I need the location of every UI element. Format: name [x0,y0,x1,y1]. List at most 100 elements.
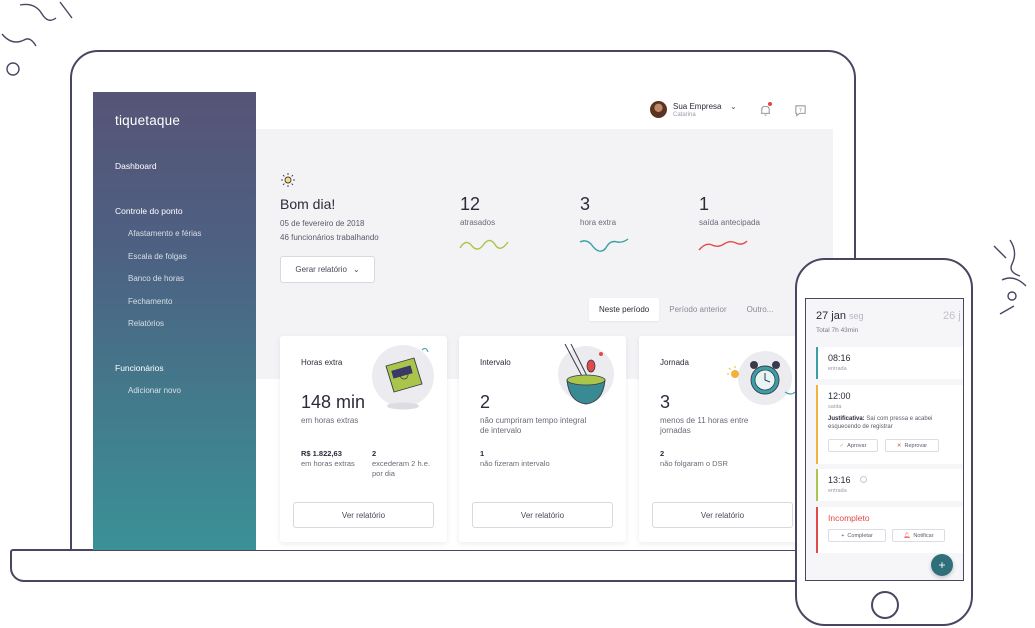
card-sub-stat-1: R$ 1.822,63 em horas extras [301,449,361,469]
sidebar-item-banco-de-horas[interactable]: Banco de horas [128,274,184,283]
phone-date-weekday: seg [849,311,864,321]
logo[interactable]: tiquetaque [115,113,180,128]
phone-frame: 27 jan seg 26 j Total 7h 43min 08:16 ent… [795,258,973,626]
topbar: Sua Empresa Catarina ⌄ ? [256,92,833,129]
app-screen: tiquetaque Dashboard Controle do ponto A… [93,92,833,550]
sidebar-item-dashboard[interactable]: Dashboard [115,161,157,171]
card-title: Intervalo [480,358,511,367]
stat-overtime-value: 3 [580,194,591,214]
stat-late-value: 12 [460,194,481,214]
entry-label: entrada [828,366,847,372]
tab-periodo-anterior[interactable]: Período anterior [659,298,736,321]
card-desc: não cumpriram tempo integral de interval… [480,416,587,435]
entry-label: saída [828,404,842,410]
card-sub-text: em horas extras [301,459,355,468]
approve-label: Aprovar [847,442,867,449]
punch-entry-incomplete[interactable]: Incompleto + Completar 🔔︎ Notificar [816,507,963,553]
entry-time: 12:00 [828,391,851,401]
entry-time: 08:16 [828,353,851,363]
laptop-base [10,549,822,582]
money-illustration [372,345,434,410]
view-report-button[interactable]: Ver relatório [293,502,434,528]
add-button[interactable]: + [931,554,953,576]
card-sub-value: 1 [480,449,485,458]
card-big-value: 2 [480,392,491,412]
entry-label: entrada [828,488,847,494]
reject-button[interactable]: ✕ Reprovar [885,439,939,452]
sidebar: tiquetaque Dashboard Controle do ponto A… [93,92,256,550]
svg-text:?: ? [799,108,802,114]
sidebar-item-afastamento[interactable]: Afastamento e férias [128,229,201,238]
complete-button[interactable]: + Completar [828,529,886,542]
entry-time: 13:16 [828,475,851,485]
approve-button[interactable]: ✓ Aprovar [828,439,878,452]
phone-home-button[interactable] [871,591,899,619]
sidebar-item-escala-de-folgas[interactable]: Escala de folgas [128,252,187,261]
notification-dot [768,102,772,106]
phone-total-hours: Total 7h 43min [816,327,859,334]
sun-icon [281,173,295,187]
stat-late-sparkline [459,239,509,250]
greeting: Bom dia! [280,196,336,212]
bell-icon: 🔔︎ [903,532,911,539]
phone-next-date[interactable]: 26 j [943,310,961,322]
phone-date-day: 27 jan [816,310,846,322]
card-sub-text: não folgaram o DSR [660,459,728,468]
food-bowl-illustration [558,343,614,405]
stat-early-leave-label: saída antecipada [699,218,760,227]
current-date: 05 de fevereiro de 2018 [280,219,365,228]
card-sub-stat-1: 2 não folgaram o DSR [660,449,780,469]
justification-label: Justificativa: [828,416,865,422]
complete-label: Completar [847,532,873,539]
card-intervalo: Intervalo 2 não cumpriram tempo integral… [459,336,626,542]
period-tabs: Neste período Período anterior Outro... [589,298,783,321]
punch-entry[interactable]: 13:16 entrada [816,469,963,501]
alarm-clock-illustration [727,351,796,405]
sidebar-item-fechamento[interactable]: Fechamento [128,297,172,306]
card-jornada: Jornada 3 menos de 11 horas entre jornad… [639,336,806,542]
reject-label: Reprovar [904,442,928,449]
justification: Justificativa: Saí com pressa e acabei e… [828,415,960,431]
stat-early-leave-value: 1 [699,194,710,214]
card-sub-text: não fizeram intervalo [480,459,550,468]
sidebar-section-funcionarios[interactable]: Funcionários [115,363,164,373]
chevron-down-icon: ⌄ [352,265,360,274]
check-icon: ✓ [839,442,845,449]
punch-entry[interactable]: 08:16 entrada [816,347,963,379]
notify-button[interactable]: 🔔︎ Notificar [892,529,945,542]
card-sub-stat-2: 2 excederam 2 h.e. por dia [372,449,432,479]
sidebar-item-relatorios[interactable]: Relatórios [128,319,164,328]
generate-report-button[interactable]: Gerar relatório ⌄ [280,256,375,283]
stat-overtime-label: hora extra [580,218,617,227]
employees-working: 46 funcionários trabalhando [280,233,379,242]
sidebar-section-controle-do-ponto[interactable]: Controle do ponto [115,206,183,216]
user-name: Catarina [673,112,696,118]
card-desc: menos de 11 horas entre jornadas [660,416,749,435]
stat-late-label: atrasados [460,218,496,227]
card-title: Horas extra [301,358,343,367]
card-desc: em horas extras [301,416,359,425]
tab-neste-periodo[interactable]: Neste período [589,298,660,321]
phone-screen: 27 jan seg 26 j Total 7h 43min 08:16 ent… [805,298,964,581]
close-icon: ✕ [896,442,902,449]
chat-icon[interactable]: ? [794,104,807,117]
view-report-button[interactable]: Ver relatório [472,502,613,528]
view-report-button[interactable]: Ver relatório [652,502,793,528]
entry-color-bar [816,347,818,379]
avatar[interactable] [650,101,667,118]
phone-date: 27 jan seg [816,310,864,322]
card-horas-extra: Horas extra 148 min em horas extras R$ 1… [280,336,447,542]
notify-label: Notificar [913,532,934,539]
card-title: Jornada [660,358,689,367]
card-sub-value: 2 [372,449,377,458]
punch-entry[interactable]: 12:00 saída Justificativa: Saí com press… [816,385,963,464]
sidebar-item-adicionar-novo[interactable]: Adicionar novo [128,386,181,395]
entry-status: Incompleto [828,513,870,523]
chevron-down-icon[interactable]: ⌄ [730,102,737,111]
plus-icon: + [841,532,845,539]
card-sub-value: R$ 1.822,63 [301,449,342,458]
doodle-right [993,239,1027,315]
company-name[interactable]: Sua Empresa [673,102,721,111]
tab-outro[interactable]: Outro... [737,298,784,321]
entry-color-bar [816,385,818,464]
